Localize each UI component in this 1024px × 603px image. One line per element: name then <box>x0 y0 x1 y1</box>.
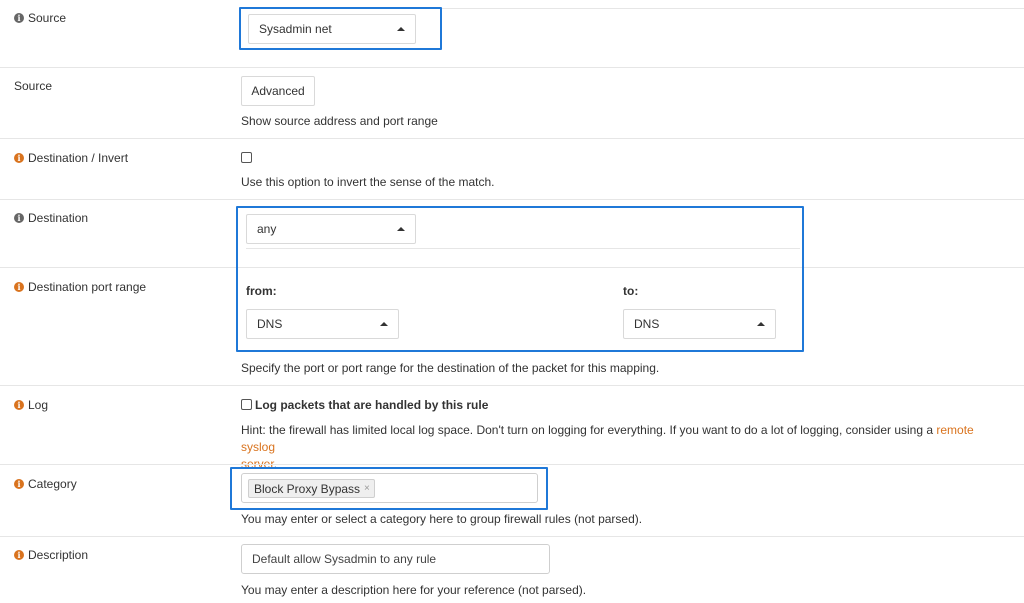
log-checkbox[interactable] <box>241 399 252 410</box>
source-advanced-label: Source <box>14 79 53 93</box>
destination-highlight-box <box>236 206 804 352</box>
source-label: i Source <box>14 11 66 25</box>
category-highlight-box <box>230 467 548 510</box>
log-checkbox-label[interactable]: Log packets that are handled by this rul… <box>255 398 488 412</box>
info-icon[interactable]: i <box>14 400 24 410</box>
description-input-value: Default allow Sysadmin to any rule <box>252 552 437 566</box>
log-hint: Hint: the firewall has limited local log… <box>241 423 974 471</box>
row-separator <box>0 385 1024 386</box>
category-help: You may enter or select a category here … <box>241 512 643 526</box>
destination-invert-label: i Destination / Invert <box>14 151 128 165</box>
row-separator <box>0 199 1024 200</box>
info-icon[interactable]: i <box>14 282 24 292</box>
destination-invert-checkbox[interactable] <box>241 152 252 163</box>
destination-label: i Destination <box>14 211 88 225</box>
destination-port-range-label: i Destination port range <box>14 280 146 294</box>
advanced-button[interactable]: Advanced <box>241 76 315 106</box>
info-icon[interactable]: i <box>14 479 24 489</box>
description-input[interactable]: Default allow Sysadmin to any rule <box>241 544 550 574</box>
destination-port-range-help: Specify the port or port range for the d… <box>241 361 660 375</box>
row-separator <box>0 138 1024 139</box>
row-separator <box>0 536 1024 537</box>
description-help: You may enter a description here for you… <box>241 583 587 597</box>
description-label: i Description <box>14 548 88 562</box>
info-icon[interactable]: i <box>14 13 24 23</box>
source-advanced-help: Show source address and port range <box>241 114 438 128</box>
destination-invert-help: Use this option to invert the sense of t… <box>241 175 495 189</box>
row-separator <box>0 67 1024 68</box>
info-icon[interactable]: i <box>14 213 24 223</box>
category-label: i Category <box>14 477 77 491</box>
info-icon[interactable]: i <box>14 550 24 560</box>
source-highlight-box <box>239 7 442 50</box>
row-separator <box>0 464 1024 465</box>
log-label: i Log <box>14 398 48 412</box>
info-icon[interactable]: i <box>14 153 24 163</box>
